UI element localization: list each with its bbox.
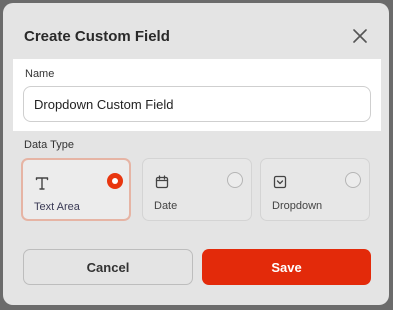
data-type-option-label: Date bbox=[154, 200, 178, 212]
data-type-option-dropdown[interactable]: Dropdown bbox=[260, 158, 370, 221]
save-button[interactable]: Save bbox=[202, 249, 371, 285]
data-type-option-date[interactable]: Date bbox=[142, 158, 252, 221]
radio-unselected[interactable] bbox=[345, 172, 361, 188]
data-type-option-label: Dropdown bbox=[272, 200, 323, 212]
radio-unselected[interactable] bbox=[227, 172, 243, 188]
name-label: Name bbox=[25, 68, 55, 80]
data-type-option-text-area[interactable]: Text Area bbox=[21, 158, 131, 221]
text-icon bbox=[34, 175, 50, 191]
close-button[interactable] bbox=[349, 25, 371, 47]
name-field-group: Name bbox=[13, 59, 381, 131]
dialog-title: Create Custom Field bbox=[24, 28, 170, 45]
close-icon bbox=[353, 29, 367, 43]
name-input[interactable] bbox=[23, 86, 371, 122]
radio-selected[interactable] bbox=[107, 173, 123, 189]
data-type-option-label: Text Area bbox=[34, 201, 80, 213]
dropdown-icon bbox=[272, 174, 288, 190]
calendar-icon bbox=[154, 174, 170, 190]
create-custom-field-dialog: Create Custom Field Name Data Type Text … bbox=[3, 3, 389, 305]
cancel-button[interactable]: Cancel bbox=[23, 249, 193, 285]
data-type-label: Data Type bbox=[24, 139, 74, 151]
